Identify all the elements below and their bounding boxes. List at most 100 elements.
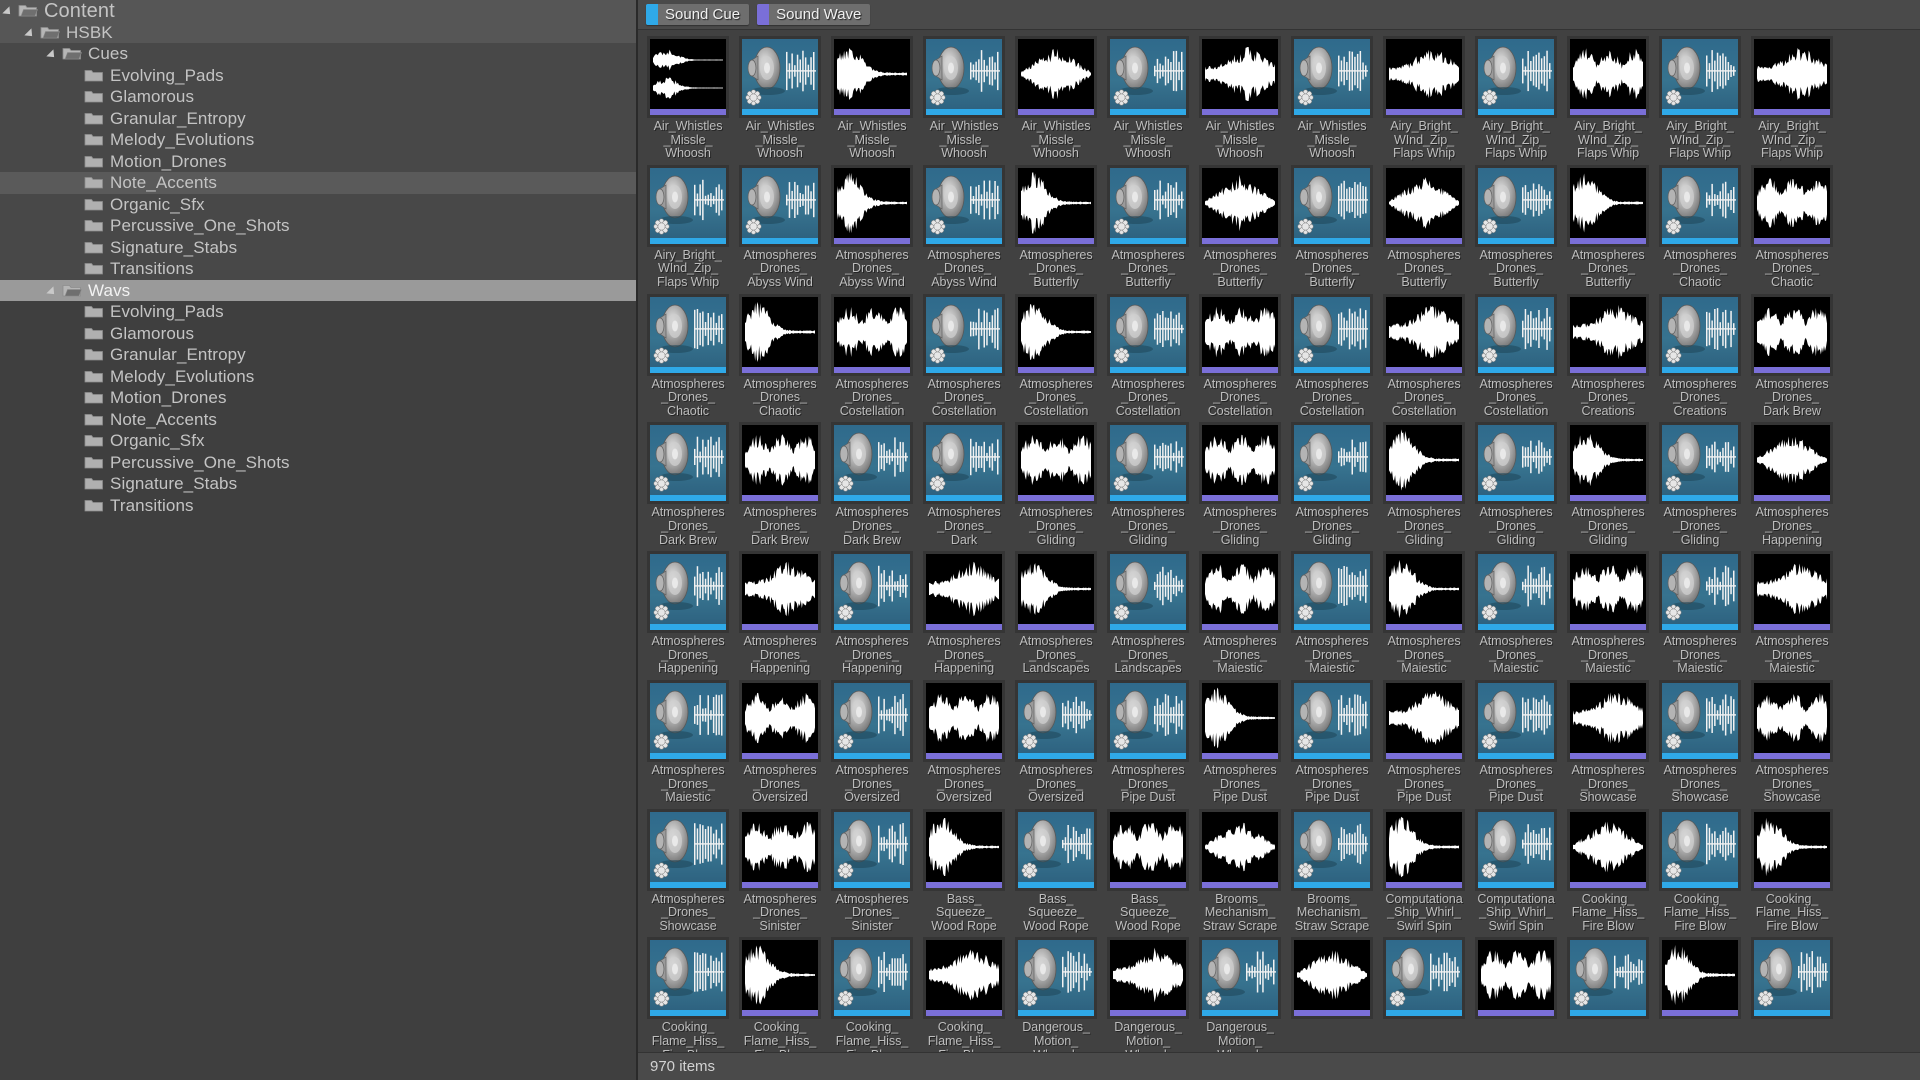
tree-item-percussive-one-shots[interactable]: Percussive_One_Shots — [0, 215, 636, 237]
asset-tile[interactable]: Atmospheres _Drones_ Costellation — [1287, 293, 1377, 419]
tree-item-hsbk[interactable]: HSBK — [0, 21, 636, 43]
asset-thumbnail[interactable] — [1291, 36, 1373, 118]
asset-thumbnail[interactable] — [1015, 808, 1097, 891]
asset-tile[interactable]: Atmospheres _Drones_ Maiestic — [1471, 551, 1561, 676]
asset-tile[interactable]: Cooking_Flame_Hiss_Fire Blow — [1563, 808, 1653, 934]
asset-thumbnail[interactable] — [1291, 679, 1373, 762]
asset-thumbnail[interactable] — [739, 679, 821, 762]
asset-thumbnail[interactable] — [1751, 808, 1833, 891]
asset-thumbnail[interactable] — [1751, 679, 1833, 762]
asset-thumbnail[interactable] — [739, 937, 821, 1020]
asset-tile[interactable]: Atmospheres _Drones_ Gliding — [1195, 422, 1285, 547]
tree-item-transitions[interactable]: Transitions — [0, 258, 636, 280]
tree-item-glamorous[interactable]: Glamorous — [0, 86, 636, 108]
asset-tile[interactable]: Air_Whistles _Missle_ Whoosh — [1103, 36, 1193, 161]
asset-tile[interactable]: Dangerous_Motion_Whoosh — [1103, 937, 1193, 1052]
asset-tile[interactable]: Atmospheres _Drones_ Oversized — [1011, 679, 1101, 805]
tree-item-cues[interactable]: Cues — [0, 43, 636, 65]
asset-thumbnail[interactable] — [1751, 551, 1833, 634]
tree-item-wavs[interactable]: Wavs — [0, 279, 636, 301]
asset-thumbnail[interactable] — [1567, 36, 1649, 118]
asset-thumbnail[interactable] — [831, 551, 913, 634]
asset-thumbnail[interactable] — [1659, 36, 1741, 118]
asset-tile[interactable]: Atmospheres _Drones_ Maiestic — [1195, 551, 1285, 676]
asset-tile[interactable]: Air_Whistles _Missle_ Whoosh — [735, 36, 825, 161]
asset-thumbnail[interactable] — [739, 36, 821, 118]
asset-thumbnail[interactable] — [739, 164, 821, 247]
tree-item-signature-stabs[interactable]: Signature_Stabs — [0, 236, 636, 258]
asset-tile[interactable]: Atmospheres _Drones_ Gliding — [1103, 422, 1193, 547]
asset-thumbnail[interactable] — [831, 679, 913, 762]
asset-tile[interactable]: Atmospheres _Drones_ Costellation — [919, 293, 1009, 419]
asset-thumbnail[interactable] — [1199, 808, 1281, 891]
asset-tile[interactable]: Cooking_Flame_Hiss_Fire Blow — [735, 937, 825, 1052]
asset-thumbnail[interactable] — [831, 937, 913, 1020]
asset-tile[interactable]: Atmospheres _Drones_ Costellation — [1471, 293, 1561, 419]
asset-thumbnail[interactable] — [1107, 937, 1189, 1020]
asset-thumbnail[interactable] — [831, 808, 913, 891]
asset-thumbnail[interactable] — [1475, 808, 1557, 891]
asset-tile[interactable]: Computationa _Ship_Whirl_ Swirl Spin — [1379, 808, 1469, 934]
asset-tile[interactable]: Atmospheres _Drones_ Landscapes — [1103, 551, 1193, 676]
asset-thumbnail[interactable] — [1015, 422, 1097, 505]
asset-tile[interactable]: Air_Whistles _Missle_ Whoosh — [643, 36, 733, 161]
asset-tile[interactable]: Bass_ Squeeze_ Wood Rope — [919, 808, 1009, 934]
asset-tile[interactable]: Atmospheres _Drones_ Abyss Wind — [919, 164, 1009, 290]
asset-thumbnail[interactable] — [831, 293, 913, 376]
asset-tile[interactable]: Atmospheres _Drones_ Gliding — [1379, 422, 1469, 547]
asset-tile[interactable]: Atmospheres _Drones_ Butterfly — [1011, 164, 1101, 290]
asset-thumbnail[interactable] — [923, 551, 1005, 634]
asset-tile[interactable]: Atmospheres _Drones_ Maiestic — [1563, 551, 1653, 676]
asset-thumbnail[interactable] — [739, 808, 821, 891]
asset-thumbnail[interactable] — [1015, 551, 1097, 634]
asset-tile[interactable]: Air_Whistles _Missle_ Whoosh — [1287, 36, 1377, 161]
asset-thumbnail[interactable] — [1567, 293, 1649, 376]
asset-tile[interactable]: Atmospheres _Drones_ Happening — [1747, 422, 1837, 547]
asset-thumbnail[interactable] — [1107, 808, 1189, 891]
asset-thumbnail[interactable] — [1383, 679, 1465, 762]
asset-thumbnail[interactable] — [1199, 36, 1281, 118]
asset-thumbnail[interactable] — [1291, 164, 1373, 247]
asset-tile[interactable] — [1655, 937, 1745, 1052]
asset-tile[interactable]: Atmospheres _Drones_ Butterfly — [1471, 164, 1561, 290]
asset-thumbnail[interactable] — [1659, 808, 1741, 891]
asset-thumbnail[interactable] — [1291, 551, 1373, 634]
asset-thumbnail[interactable] — [1475, 422, 1557, 505]
asset-thumbnail[interactable] — [1383, 808, 1465, 891]
asset-thumbnail[interactable] — [1383, 551, 1465, 634]
asset-tile[interactable]: Bass_ Squeeze_ Wood Rope — [1011, 808, 1101, 934]
asset-tile[interactable]: Bass_ Squeeze_ Wood Rope — [1103, 808, 1193, 934]
asset-tile[interactable]: Airy_Bright_ WInd_Zip_ Flaps Whip — [1655, 36, 1745, 161]
asset-thumbnail[interactable] — [1475, 164, 1557, 247]
tree-item-percussive-one-shots[interactable]: Percussive_One_Shots — [0, 452, 636, 474]
tree-item-evolving-pads[interactable]: Evolving_Pads — [0, 64, 636, 86]
tree-item-content[interactable]: Content — [0, 0, 636, 22]
tree-item-motion-drones[interactable]: Motion_Drones — [0, 387, 636, 409]
asset-tile[interactable]: Atmospheres _Drones_ Costellation — [1195, 293, 1285, 419]
asset-tile[interactable]: Atmospheres _Drones_ Gliding — [1287, 422, 1377, 547]
asset-thumbnail[interactable] — [1567, 679, 1649, 762]
asset-thumbnail[interactable] — [1107, 422, 1189, 505]
filter-pill-cue[interactable]: Sound Cue — [646, 4, 750, 25]
asset-tile[interactable]: Atmospheres _Drones_ Oversized — [919, 679, 1009, 805]
asset-tile[interactable]: Atmospheres _Drones_ Showcase — [643, 808, 733, 934]
asset-thumbnail[interactable] — [1475, 679, 1557, 762]
tree-item-glamorous[interactable]: Glamorous — [0, 323, 636, 345]
asset-thumbnail[interactable] — [1475, 551, 1557, 634]
asset-thumbnail[interactable] — [1291, 937, 1373, 1020]
asset-tile[interactable] — [1563, 937, 1653, 1052]
asset-tile[interactable]: Atmospheres _Drones_ Butterfly — [1103, 164, 1193, 290]
tree-item-granular-entropy[interactable]: Granular_Entropy — [0, 107, 636, 129]
asset-thumbnail[interactable] — [1383, 422, 1465, 505]
asset-tile[interactable]: Airy_Bright_ WInd_Zip_ Flaps Whip — [1747, 36, 1837, 161]
asset-tile[interactable]: Atmospheres _Drones_ Showcase — [1563, 679, 1653, 805]
asset-thumbnail[interactable] — [739, 551, 821, 634]
asset-thumbnail[interactable] — [647, 679, 729, 762]
asset-tile[interactable]: Cooking_Flame_Hiss_Fire Blow — [1747, 808, 1837, 934]
asset-thumbnail[interactable] — [1475, 293, 1557, 376]
asset-thumbnail[interactable] — [1291, 422, 1373, 505]
asset-thumbnail[interactable] — [647, 164, 729, 247]
asset-thumbnail[interactable] — [1107, 164, 1189, 247]
tree-item-melody-evolutions[interactable]: Melody_Evolutions — [0, 366, 636, 388]
asset-thumbnail[interactable] — [1659, 679, 1741, 762]
